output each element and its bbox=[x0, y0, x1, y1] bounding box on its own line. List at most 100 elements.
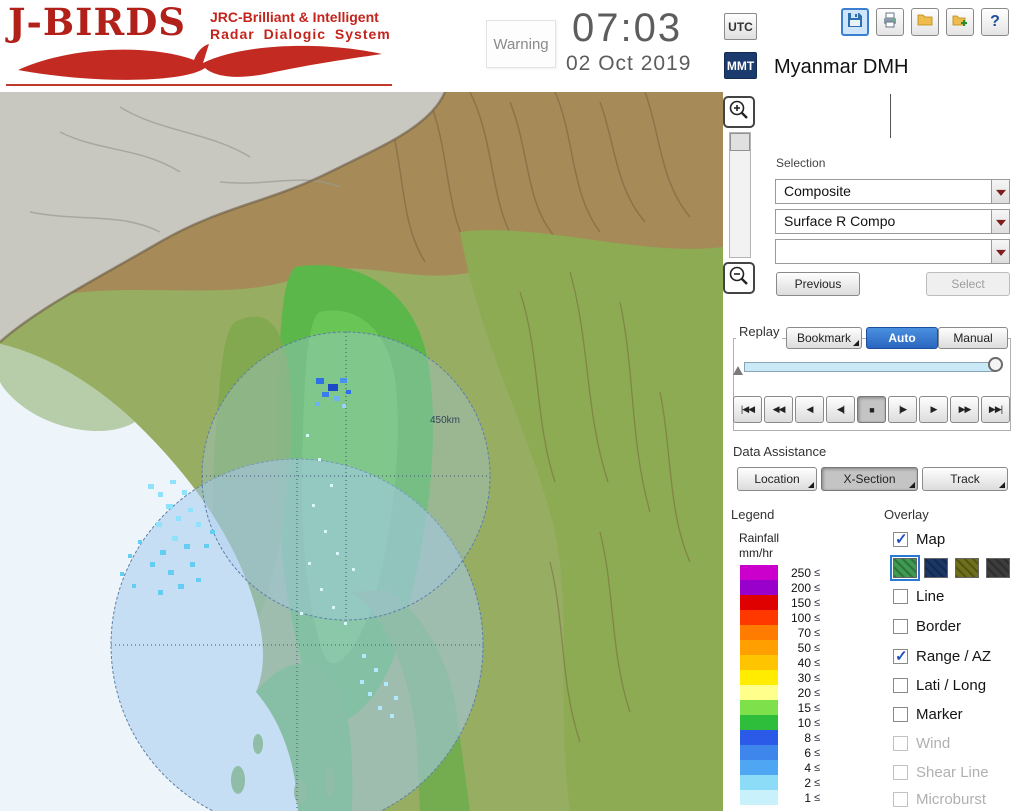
overlay-item-border[interactable]: Border bbox=[893, 618, 961, 635]
location-button[interactable]: Location bbox=[737, 467, 817, 491]
fast-rewind-button[interactable]: ◀◀ bbox=[764, 396, 793, 423]
warning-indicator[interactable]: Warning bbox=[486, 20, 556, 68]
overlay-item-line[interactable]: Line bbox=[893, 588, 944, 605]
chevron-down-icon[interactable] bbox=[991, 180, 1009, 203]
organization-title: Myanmar DMH bbox=[774, 56, 909, 78]
zoom-out-button[interactable] bbox=[723, 262, 755, 294]
overlay-label: Overlay bbox=[884, 507, 929, 522]
overlay-item-microburst: Microburst bbox=[893, 791, 986, 808]
overlay-item-lati-long[interactable]: Lati / Long bbox=[893, 677, 986, 694]
x-section-button[interactable]: X-Section bbox=[821, 467, 918, 491]
help-button[interactable]: ? bbox=[981, 8, 1009, 36]
legend-row: 70 ≤ bbox=[740, 625, 820, 640]
utc-button[interactable]: UTC bbox=[724, 13, 757, 40]
map-style-swatch-gray[interactable] bbox=[986, 558, 1010, 578]
zoom-slider-track[interactable] bbox=[729, 132, 751, 258]
track-button[interactable]: Track bbox=[922, 467, 1008, 491]
legend-color-swatch bbox=[740, 595, 778, 610]
export-button[interactable] bbox=[946, 8, 974, 36]
bookmark-button[interactable]: Bookmark bbox=[786, 327, 862, 349]
overlay-item-wind: Wind bbox=[893, 735, 950, 752]
auto-button[interactable]: Auto bbox=[866, 327, 938, 349]
legend-row: 1 ≤ bbox=[740, 790, 820, 805]
step-back-button[interactable]: ◀| bbox=[826, 396, 855, 423]
legend-color-swatch bbox=[740, 580, 778, 595]
map-style-swatch-navy[interactable] bbox=[924, 558, 948, 578]
fast-forward-button[interactable]: ▶▶ bbox=[950, 396, 979, 423]
eagle-logo-icon bbox=[10, 40, 390, 87]
clock-date: 02 Oct 2019 bbox=[566, 52, 692, 75]
stop-button[interactable]: ■ bbox=[857, 396, 886, 423]
chevron-down-icon[interactable] bbox=[991, 210, 1009, 233]
save-icon bbox=[846, 11, 864, 34]
legend-color-swatch bbox=[740, 670, 778, 685]
border-checkbox[interactable] bbox=[893, 619, 908, 634]
legend-row: 30 ≤ bbox=[740, 670, 820, 685]
zoom-in-button[interactable] bbox=[723, 96, 755, 128]
shear-line-checkbox bbox=[893, 765, 908, 780]
legend-color-swatch bbox=[740, 745, 778, 760]
legend-color-swatch bbox=[740, 640, 778, 655]
overlay-item-map[interactable]: Map bbox=[893, 530, 945, 548]
open-folder-icon bbox=[916, 11, 934, 34]
header-bar: J-BIRDS JRC-Brilliant & Intelligent Rada… bbox=[0, 0, 1030, 92]
folder-plus-icon bbox=[951, 11, 969, 34]
extra-dropdown[interactable] bbox=[775, 239, 1010, 264]
microburst-checkbox bbox=[893, 792, 908, 807]
skip-to-end-button[interactable]: ▶▶| bbox=[981, 396, 1010, 423]
line-checkbox[interactable] bbox=[893, 589, 908, 604]
radar-map[interactable]: 450km bbox=[0, 92, 723, 811]
mmt-button[interactable]: MMT bbox=[724, 52, 757, 79]
map-style-swatch-green[interactable] bbox=[890, 555, 920, 581]
legend-row: 50 ≤ bbox=[740, 640, 820, 655]
legend-row: 10 ≤ bbox=[740, 715, 820, 730]
zoom-slider-thumb[interactable] bbox=[730, 133, 750, 151]
lati-long-checkbox[interactable] bbox=[893, 678, 908, 693]
legend-unit-line1: Rainfall bbox=[739, 531, 780, 545]
skip-to-start-button[interactable]: |◀◀ bbox=[733, 396, 762, 423]
manual-button[interactable]: Manual bbox=[938, 327, 1008, 349]
composite-dropdown-value: Composite bbox=[784, 183, 851, 199]
print-icon bbox=[881, 11, 899, 34]
previous-button[interactable]: Previous bbox=[776, 272, 860, 296]
legend-color-swatch bbox=[740, 775, 778, 790]
legend-row: 4 ≤ bbox=[740, 760, 820, 775]
range-distance-label: 450km bbox=[430, 415, 460, 426]
play-button[interactable]: ▶ bbox=[919, 396, 948, 423]
product-dropdown[interactable]: Surface R Compo bbox=[775, 209, 1010, 234]
composite-dropdown[interactable]: Composite bbox=[775, 179, 1010, 204]
legend-row: 40 ≤ bbox=[740, 655, 820, 670]
marker-checkbox[interactable] bbox=[893, 707, 908, 722]
replay-label: Replay bbox=[736, 324, 783, 339]
chevron-down-icon[interactable] bbox=[991, 240, 1009, 263]
legend-row: 20 ≤ bbox=[740, 685, 820, 700]
legend-color-swatch bbox=[740, 565, 778, 580]
play-reverse-button[interactable]: ◀ bbox=[795, 396, 824, 423]
legend-color-swatch bbox=[740, 790, 778, 805]
legend-color-swatch bbox=[740, 715, 778, 730]
legend-unit-line2: mm/hr bbox=[739, 546, 773, 560]
clock-time: 07:03 bbox=[572, 6, 683, 50]
logo-subtitle-line1: JRC-Brilliant & Intelligent bbox=[210, 9, 379, 25]
select-button[interactable]: Select bbox=[926, 272, 1010, 296]
overlay-item-range-az[interactable]: Range / AZ bbox=[893, 647, 991, 665]
open-file-button[interactable] bbox=[911, 8, 939, 36]
overlay-item-marker[interactable]: Marker bbox=[893, 706, 963, 723]
legend-row: 100 ≤ bbox=[740, 610, 820, 625]
save-button[interactable] bbox=[841, 8, 869, 36]
zoom-out-icon bbox=[728, 265, 750, 292]
legend-row: 8 ≤ bbox=[740, 730, 820, 745]
legend-row: 2 ≤ bbox=[740, 775, 820, 790]
range-az-checkbox[interactable] bbox=[893, 647, 908, 665]
timeline-slider[interactable] bbox=[744, 362, 996, 372]
map-style-swatch-olive[interactable] bbox=[955, 558, 979, 578]
legend-color-swatch bbox=[740, 730, 778, 745]
print-button[interactable] bbox=[876, 8, 904, 36]
step-forward-button[interactable]: |▶ bbox=[888, 396, 917, 423]
app-logo-title: J-BIRDS bbox=[8, 0, 186, 44]
legend-row: 6 ≤ bbox=[740, 745, 820, 760]
timeline-start-marker bbox=[733, 366, 743, 375]
timeline-slider-thumb[interactable] bbox=[988, 357, 1003, 372]
legend-color-swatch bbox=[740, 625, 778, 640]
map-checkbox[interactable] bbox=[893, 530, 908, 548]
